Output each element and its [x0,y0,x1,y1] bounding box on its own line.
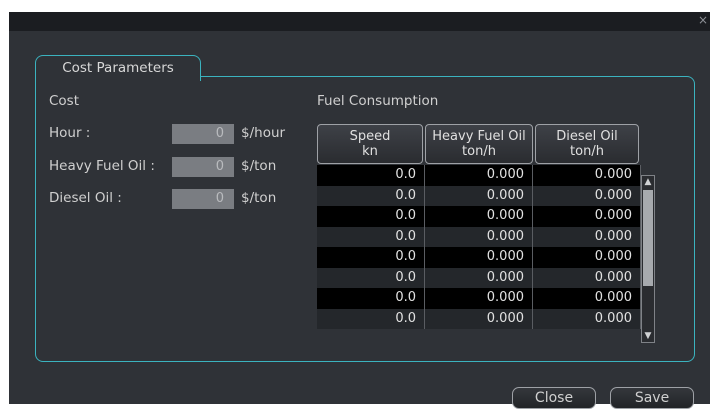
close-button[interactable]: Close [512,387,596,409]
cost-parameters-panel [35,76,695,362]
window-close-icon[interactable]: × [698,13,708,27]
title-bar: × [9,12,710,31]
cost-parameters-dialog: × Cost Parameters Cost Hour : 0 $/hour H… [9,12,710,409]
save-button[interactable]: Save [610,387,694,409]
tab-cost-parameters[interactable]: Cost Parameters [35,55,201,81]
tab-label: Cost Parameters [62,60,174,76]
